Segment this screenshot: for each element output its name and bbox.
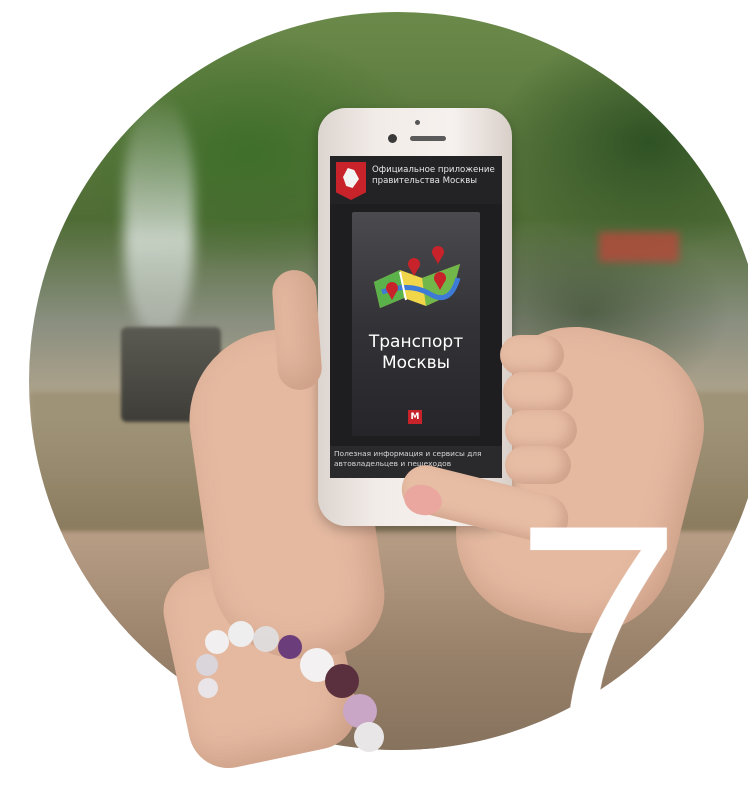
phone-screen: Официальное приложение правительства Мос… bbox=[330, 156, 502, 478]
smartphone: Официальное приложение правительства Мос… bbox=[318, 108, 512, 526]
app-title-line1: Транспорт bbox=[368, 332, 464, 352]
fountain-spray bbox=[124, 102, 194, 332]
bracelet-bead bbox=[253, 626, 279, 652]
bracelet-bead bbox=[354, 722, 384, 752]
moscow-coat-of-arms-icon bbox=[336, 162, 366, 200]
right-finger bbox=[503, 372, 573, 412]
bracelet-bead bbox=[198, 678, 218, 698]
earpiece-speaker bbox=[410, 136, 446, 141]
slide-number: 7 bbox=[515, 462, 682, 798]
bracelet-bead bbox=[205, 630, 229, 654]
proximity-sensor bbox=[415, 120, 420, 125]
app-card[interactable]: Транспорт Москвы M bbox=[352, 212, 480, 436]
transport-map-icon bbox=[374, 246, 461, 308]
bracelet-bead bbox=[278, 635, 302, 659]
app-title-line2: Москвы bbox=[381, 353, 451, 373]
right-finger bbox=[500, 335, 564, 375]
front-camera-icon bbox=[388, 134, 397, 143]
bracelet-bead bbox=[325, 664, 359, 698]
right-finger bbox=[505, 410, 577, 450]
moscow-logo-icon: M bbox=[408, 410, 422, 424]
official-app-label: Официальное приложение правительства Мос… bbox=[372, 165, 495, 186]
background-sign bbox=[599, 232, 679, 262]
bracelet-bead bbox=[228, 621, 254, 647]
app-header: Официальное приложение правительства Мос… bbox=[330, 156, 502, 204]
bracelet-bead bbox=[196, 654, 218, 676]
app-title: Транспорт Москвы bbox=[352, 332, 480, 374]
left-thumb bbox=[270, 268, 324, 392]
